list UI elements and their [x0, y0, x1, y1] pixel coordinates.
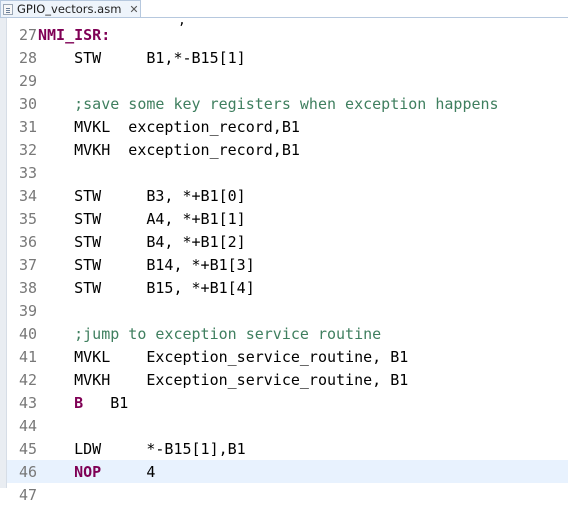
code-token: STW B15, *+B1[4] — [38, 278, 255, 297]
line-number: 28 — [18, 48, 37, 67]
code-text: MVKH Exception_service_routine, B1 — [37, 371, 408, 389]
code-token: MVKL Exception_service_routine, B1 — [38, 347, 409, 366]
code-line[interactable]: 41 MVKL Exception_service_routine, B1 — [7, 345, 568, 368]
code-token: B1 — [83, 393, 129, 412]
code-text: NMI_ISR: — [37, 26, 110, 44]
line-number: 33 — [18, 163, 37, 182]
code-token: STW B1,*-B15[1] — [38, 48, 246, 67]
line-number: 41 — [18, 347, 37, 366]
line-number: 36 — [18, 232, 37, 251]
tab-filename: GPIO_vectors.asm — [17, 2, 122, 16]
code-line[interactable]: 38 STW B15, *+B1[4] — [7, 276, 568, 299]
code-token: ;save some key registers when exception … — [38, 94, 499, 113]
code-token: NOP — [74, 462, 102, 481]
line-number: 37 — [18, 255, 37, 274]
code-token: B — [74, 393, 84, 412]
editor-left-ruler — [0, 18, 7, 488]
line-number: 39 — [18, 301, 37, 320]
code-editor[interactable]: ‚ 27 NMI_ISR: 28 STW B1,*-B15[1] 29 30 ;save… — [0, 13, 568, 504]
code-text: STW B3, *+B1[0] — [37, 187, 246, 205]
code-line[interactable]: 39 — [7, 299, 568, 322]
line-number: 44 — [18, 416, 37, 435]
code-token: MVKH exception_record,B1 — [38, 140, 300, 159]
line-number: 32 — [18, 140, 37, 159]
code-line[interactable]: 44 — [7, 414, 568, 437]
code-token: LDW *-B15[1],B1 — [38, 439, 246, 458]
code-line[interactable]: 31 MVKL exception_record,B1 — [7, 115, 568, 138]
code-line[interactable]: 43 B B1 — [7, 391, 568, 414]
code-token: STW B4, *+B1[2] — [38, 232, 246, 251]
code-line[interactable]: 36 STW B4, *+B1[2] — [7, 230, 568, 253]
code-line[interactable]: 40 ;jump to exception service routine — [7, 322, 568, 345]
code-line[interactable]: 46 NOP 4 — [7, 460, 568, 483]
code-token: MVKL exception_record,B1 — [38, 117, 300, 136]
code-token: 4 — [101, 462, 156, 481]
code-text: STW B15, *+B1[4] — [37, 279, 255, 297]
code-token: ;jump to exception service routine — [38, 324, 382, 343]
line-number: 47 — [18, 485, 37, 504]
code-line[interactable]: 45 LDW *-B15[1],B1 — [7, 437, 568, 460]
code-text: STW B1,*-B15[1] — [37, 49, 246, 67]
code-text: MVKH exception_record,B1 — [37, 141, 300, 159]
line-number: 35 — [18, 209, 37, 228]
code-line[interactable]: 30 ;save some key registers when excepti… — [7, 92, 568, 115]
code-text: B B1 — [37, 394, 128, 412]
code-text: STW A4, *+B1[1] — [37, 210, 246, 228]
line-number: 34 — [18, 186, 37, 205]
code-text: MVKL exception_record,B1 — [37, 118, 300, 136]
code-token: STW B14, *+B1[3] — [38, 255, 255, 274]
code-line[interactable]: 33 — [7, 161, 568, 184]
tab-gpio-vectors-asm[interactable]: GPIO_vectors.asm ✕ — [0, 0, 141, 17]
line-number: 46 — [18, 462, 37, 481]
code-line[interactable]: 34 STW B3, *+B1[0] — [7, 184, 568, 207]
line-number: 27 — [18, 25, 37, 44]
code-line[interactable]: 28 STW B1,*-B15[1] — [7, 46, 568, 69]
code-text: ;jump to exception service routine — [37, 325, 381, 343]
editor-tab-bar: GPIO_vectors.asm ✕ — [0, 0, 568, 18]
code-line[interactable]: 37 STW B14, *+B1[3] — [7, 253, 568, 276]
code-text: LDW *-B15[1],B1 — [37, 440, 246, 458]
line-number: 40 — [18, 324, 37, 343]
code-text: STW B14, *+B1[3] — [37, 256, 255, 274]
code-line[interactable]: 42 MVKH Exception_service_routine, B1 — [7, 368, 568, 391]
close-icon[interactable]: ✕ — [129, 4, 138, 15]
asm-file-icon — [3, 3, 13, 15]
line-number: 38 — [18, 278, 37, 297]
code-text: STW B4, *+B1[2] — [37, 233, 246, 251]
code-text: ;save some key registers when exception … — [37, 94, 499, 113]
code-line[interactable]: 27 NMI_ISR: — [7, 23, 568, 46]
code-text: NOP 4 — [37, 463, 155, 481]
code-token: MVKH Exception_service_routine, B1 — [38, 370, 409, 389]
line-number: 42 — [18, 370, 37, 389]
code-token: STW B3, *+B1[0] — [38, 186, 246, 205]
code-text: MVKL Exception_service_routine, B1 — [37, 348, 408, 366]
code-line[interactable]: 32 MVKH exception_record,B1 — [7, 138, 568, 161]
line-number: 30 — [18, 94, 37, 113]
line-number: 43 — [18, 393, 37, 412]
line-number: 31 — [18, 117, 37, 136]
code-line[interactable]: 47 — [7, 483, 568, 506]
line-number: 45 — [18, 439, 37, 458]
code-line[interactable]: 29 — [7, 69, 568, 92]
code-token: NMI_ISR: — [38, 25, 111, 44]
code-token: STW A4, *+B1[1] — [38, 209, 246, 228]
code-line[interactable]: 35 STW A4, *+B1[1] — [7, 207, 568, 230]
line-number: 29 — [18, 71, 37, 90]
